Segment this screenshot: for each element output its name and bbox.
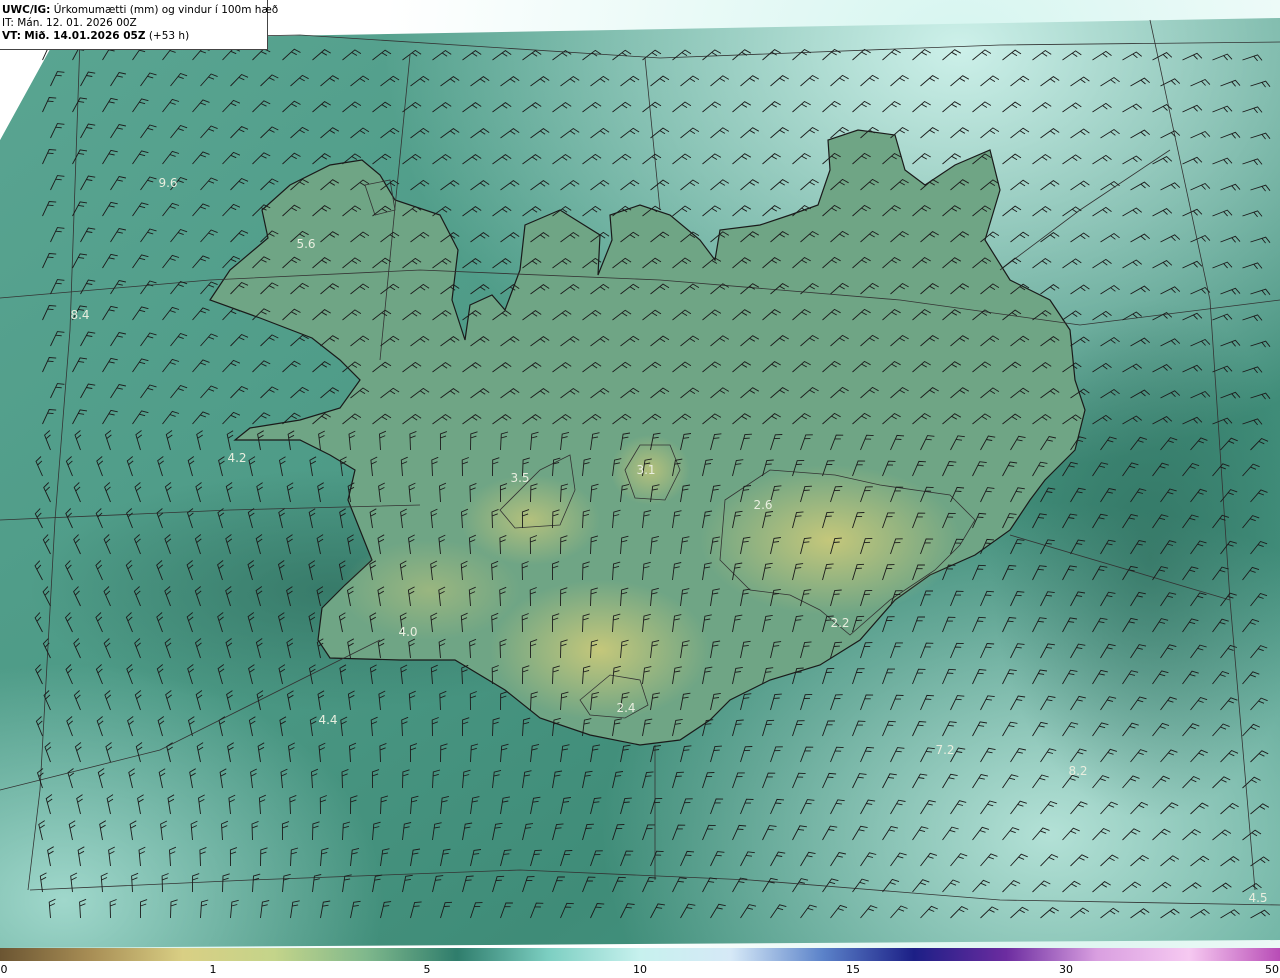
value-label: 3.5 bbox=[510, 471, 529, 485]
valid-label: VT: bbox=[2, 30, 21, 42]
colorbar-tick-10: 10 bbox=[633, 963, 647, 976]
init-time: IT: Mán. 12. 01. 2026 00Z bbox=[2, 17, 137, 29]
value-label: 7.2 bbox=[935, 743, 954, 757]
title-line: UWC/IG: Úrkomumætti (mm) og vindur í 100… bbox=[2, 4, 278, 17]
weather-map: 9.6 5.6 8.4 4.2 3.5 3.1 2.6 4.0 4.4 2.4 … bbox=[0, 0, 1280, 948]
value-label: 9.6 bbox=[158, 176, 177, 190]
colorbar-tick-50: 50 bbox=[1265, 963, 1279, 976]
model-name: UWC/IG: bbox=[2, 4, 51, 16]
value-label: 4.0 bbox=[398, 625, 417, 639]
value-label: 2.4 bbox=[616, 701, 635, 715]
value-label: 2.2 bbox=[830, 616, 849, 630]
value-label: 3.1 bbox=[636, 463, 655, 477]
colorbar-tick-1: 1 bbox=[209, 963, 217, 976]
lead-time: (+53 h) bbox=[148, 30, 190, 42]
valid-time: Mið. 14.01.2026 05Z bbox=[24, 30, 146, 42]
precip-colorbar: 0 1 5 10 15 30 50 bbox=[0, 948, 1280, 978]
colorbar-tick-15: 15 bbox=[846, 963, 860, 976]
value-label: 4.4 bbox=[318, 713, 337, 727]
colorbar-tick-5: 5 bbox=[423, 963, 431, 976]
colorbar-tick-0: 0 bbox=[0, 963, 8, 976]
value-label: 8.2 bbox=[1068, 764, 1087, 778]
value-label: 4.2 bbox=[227, 451, 246, 465]
forecast-info-box: UWC/IG: Úrkomumætti (mm) og vindur í 100… bbox=[0, 0, 278, 50]
valid-time-line: VT: Mið. 14.01.2026 05Z (+53 h) bbox=[2, 30, 265, 43]
value-label: 4.5 bbox=[1248, 891, 1267, 905]
map-title: Úrkomumætti (mm) og vindur í 100m hæð bbox=[53, 4, 279, 16]
colorbar-tick-30: 30 bbox=[1059, 963, 1073, 976]
colorbar-strip bbox=[0, 948, 1280, 961]
value-label: 8.4 bbox=[70, 308, 89, 322]
value-label: 2.6 bbox=[753, 498, 772, 512]
value-label: 5.6 bbox=[296, 237, 315, 251]
